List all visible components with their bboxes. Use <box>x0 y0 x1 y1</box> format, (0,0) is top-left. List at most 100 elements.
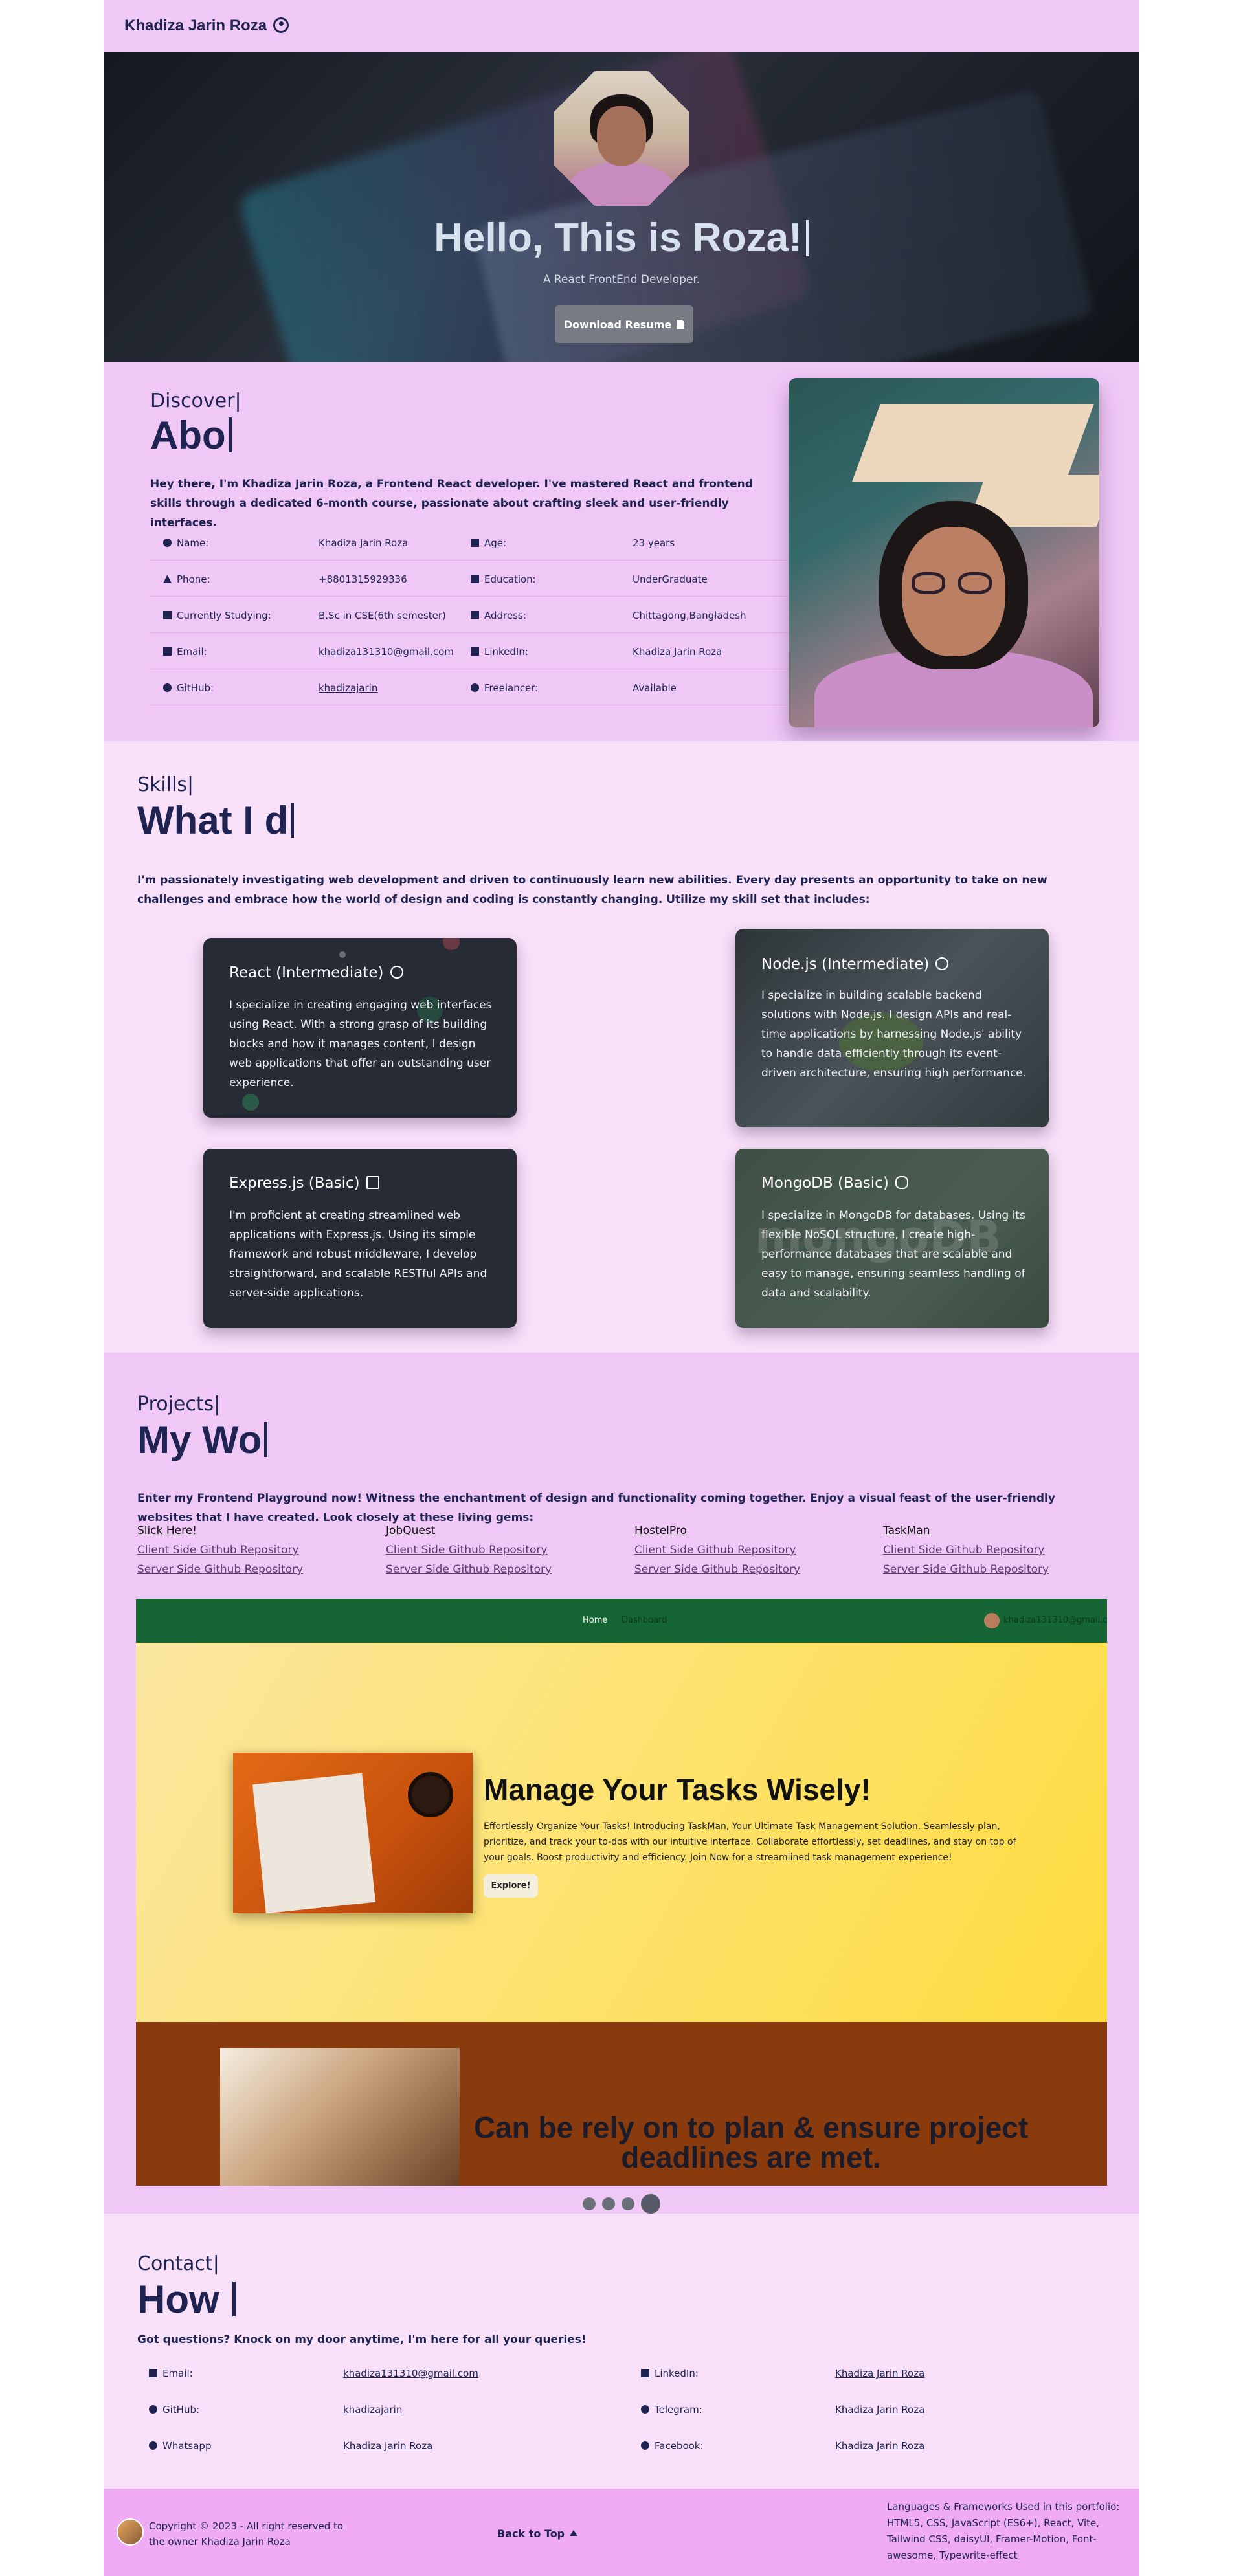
about-title: Abo <box>150 413 232 458</box>
info-row-name: Name: Khadiza Jarin Roza Age: 23 years <box>150 524 798 561</box>
contact-telegram-link[interactable]: Khadiza Jarin Roza <box>835 2404 924 2415</box>
preview-avatar <box>984 1613 1000 1628</box>
project-title-link[interactable]: TaskMan <box>883 1521 1129 1540</box>
email-link[interactable]: khadiza131310@gmail.com <box>319 646 454 658</box>
linkedin-icon <box>471 647 479 656</box>
skills-lead: I'm passionately investigating web devel… <box>137 874 1047 906</box>
react-icon <box>390 966 403 979</box>
file-icon <box>677 319 685 329</box>
server-repo-link[interactable]: Server Side Github Repository <box>883 1560 1129 1579</box>
preview-text: Effortlessly Organize Your Tasks! Introd… <box>484 1821 1016 1863</box>
envelope-icon <box>149 2369 157 2377</box>
info-row-studying: Currently Studying: B.Sc in CSE(6th seme… <box>150 597 798 633</box>
contact-whatsapp-link[interactable]: Khadiza Jarin Roza <box>343 2440 432 2452</box>
user-icon <box>163 539 172 547</box>
contact-linkedin-link[interactable]: Khadiza Jarin Roza <box>835 2368 924 2379</box>
skill-card-title: React (Intermediate) <box>229 964 403 981</box>
contact-section: Contact| How Got questions? Knock on my … <box>104 2214 1139 2489</box>
about-photo <box>789 378 1099 727</box>
download-resume-button[interactable]: Download Resume <box>555 305 693 343</box>
contact-title: How <box>137 2277 236 2322</box>
skill-card-body: I specialize in creating engaging web in… <box>229 999 492 1089</box>
freelancer-value: Available <box>633 682 677 694</box>
project-column-hostelpro: HostelPro Client Side Github Repository … <box>634 1521 880 1579</box>
server-repo-link[interactable]: Server Side Github Repository <box>137 1560 383 1579</box>
contact-github-link[interactable]: khadizajarin <box>343 2404 402 2415</box>
address-card-icon <box>471 611 479 619</box>
preview-nav-user: khadiza131310@gmail.com <box>1003 1616 1107 1625</box>
skill-card-express: Express.js (Basic) I'm proficient at cre… <box>203 1149 517 1328</box>
download-resume-label: Download Resume <box>563 318 672 331</box>
client-repo-link[interactable]: Client Side Github Repository <box>883 1540 1129 1560</box>
skill-card-mongodb: mongoDB MongoDB (Basic) I specialize in … <box>735 1149 1049 1328</box>
info-row-email: Email: khadiza131310@gmail.com LinkedIn:… <box>150 633 798 669</box>
footer: Copyright © 2023 - All right reserved to… <box>104 2489 1139 2576</box>
linkedin-link[interactable]: Khadiza Jarin Roza <box>633 646 722 658</box>
phone-icon <box>163 575 172 583</box>
portfolio-page: Khadiza Jarin Roza Hello, This is Roza! … <box>104 0 1139 2576</box>
project-column-jobquest: JobQuest Client Side Github Repository S… <box>386 1521 632 1579</box>
contact-row-whatsapp: Whatsapp Khadiza Jarin Roza Facebook: Kh… <box>149 2426 1101 2462</box>
contact-facebook-link[interactable]: Khadiza Jarin Roza <box>835 2440 924 2452</box>
brand-name[interactable]: Khadiza Jarin Roza <box>124 17 267 35</box>
client-repo-link[interactable]: Client Side Github Repository <box>386 1540 632 1560</box>
client-repo-link[interactable]: Client Side Github Repository <box>634 1540 880 1560</box>
skill-card-title: Node.js (Intermediate) <box>761 956 949 973</box>
phone-value: +8801315929336 <box>319 573 407 585</box>
server-repo-link[interactable]: Server Side Github Repository <box>386 1560 632 1579</box>
age-value: 23 years <box>633 537 675 549</box>
skill-card-title: Express.js (Basic) <box>229 1175 379 1192</box>
laptop-icon <box>163 611 172 619</box>
contact-lead: Got questions? Knock on my door anytime,… <box>137 2333 587 2346</box>
hero-title: Hello, This is Roza! <box>104 215 1139 261</box>
preview-planner-image <box>233 1753 473 1914</box>
preview-nav-home: Home <box>583 1616 608 1625</box>
database-icon <box>895 1176 908 1189</box>
envelope-icon <box>163 647 172 656</box>
back-to-top-button[interactable]: Back to Top <box>497 2527 578 2540</box>
github-link[interactable]: khadizajarin <box>319 682 377 694</box>
preview-heading: Manage Your Tasks Wisely! <box>484 1773 871 1806</box>
whatsapp-icon <box>149 2441 157 2450</box>
project-carousel[interactable]: Home Dashboard khadiza131310@gmail.com M… <box>136 1599 1107 2186</box>
preview-feature-band: Can be rely on to plan & ensure project … <box>136 2022 1107 2186</box>
facebook-icon <box>641 2441 649 2450</box>
project-title-link[interactable]: Slick Here! <box>137 1521 383 1540</box>
preview-explore-button: Explore! <box>484 1874 538 1898</box>
skills-section: Skills| What I d I'm passionately invest… <box>104 741 1139 1353</box>
about-section: Discover| Abo Hey there, I'm Khadiza Jar… <box>104 362 1139 741</box>
project-title-link[interactable]: HostelPro <box>634 1521 880 1540</box>
skill-card-title: MongoDB (Basic) <box>761 1175 908 1192</box>
preview-navbar: Home Dashboard khadiza131310@gmail.com <box>136 1599 1107 1643</box>
skill-card-react: React (Intermediate) I specialize in cre… <box>203 938 517 1118</box>
preview-desk-image <box>220 2048 460 2186</box>
preview-nav-dashboard: Dashboard <box>622 1616 667 1625</box>
projects-title: My Wo <box>137 1417 268 1462</box>
info-row-phone: Phone: +8801315929336 Education: UnderGr… <box>150 561 798 597</box>
project-column-slick: Slick Here! Client Side Github Repositor… <box>137 1521 383 1579</box>
skills-eyebrow: Skills| <box>137 773 194 796</box>
preview-hero: Manage Your Tasks Wisely! Effortlessly O… <box>136 1643 1107 2022</box>
client-repo-link[interactable]: Client Side Github Repository <box>137 1540 383 1560</box>
nodejs-icon <box>935 957 949 970</box>
footer-copyright: Copyright © 2023 - All right reserved to… <box>149 2520 344 2548</box>
server-repo-link[interactable]: Server Side Github Repository <box>634 1560 880 1579</box>
carousel-dot[interactable] <box>622 2197 634 2210</box>
carousel-dot[interactable] <box>583 2197 596 2210</box>
linkedin-icon <box>641 2369 649 2377</box>
server-icon <box>366 1176 379 1189</box>
footer-avatar <box>117 2518 144 2546</box>
project-title-link[interactable]: JobQuest <box>386 1521 632 1540</box>
info-row-github: GitHub: khadizajarin Freelancer: Availab… <box>150 669 798 705</box>
skill-card-body: I specialize in MongoDB for databases. U… <box>761 1209 1025 1300</box>
skill-card-body: I specialize in building scalable backen… <box>761 989 1027 1080</box>
telegram-icon <box>641 2405 649 2414</box>
contact-email-link[interactable]: khadiza131310@gmail.com <box>343 2368 478 2379</box>
book-icon <box>471 575 479 583</box>
carousel-dot-active[interactable] <box>641 2194 660 2214</box>
address-value: Chittagong,Bangladesh <box>633 610 746 621</box>
hero-banner: Hello, This is Roza! A React FrontEnd De… <box>104 52 1139 362</box>
carousel-dot[interactable] <box>602 2197 615 2210</box>
user-circle-icon[interactable] <box>273 17 289 33</box>
github-icon <box>149 2405 157 2414</box>
